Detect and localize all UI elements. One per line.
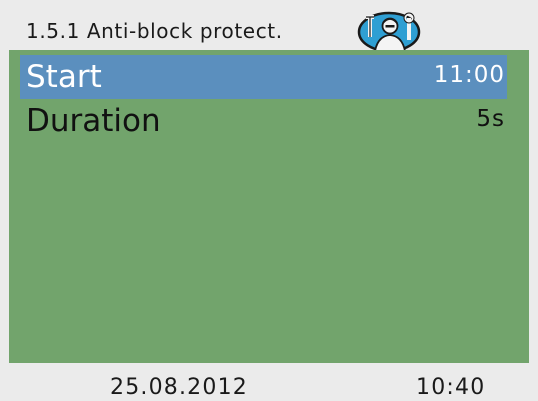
menu-list: Start 11:00 Duration 5s xyxy=(9,50,529,363)
menu-item-label: Start xyxy=(26,59,102,95)
menu-item-value: 11:00 xyxy=(433,62,505,88)
menu-item-duration[interactable]: Duration 5s xyxy=(20,99,507,143)
menu-item-label: Duration xyxy=(26,103,161,139)
menu-title: 1.5.1 Anti-block protect. xyxy=(26,19,283,43)
menu-item-start[interactable]: Start 11:00 xyxy=(20,55,507,99)
controller-screen: 1.5.1 Anti-block protect. Start 11:00 Du… xyxy=(0,0,538,401)
status-bar: 25.08.2012 10:40 xyxy=(0,363,538,401)
service-technician-icon xyxy=(356,10,422,53)
current-time: 10:40 xyxy=(416,375,486,400)
header-bar: 1.5.1 Anti-block protect. xyxy=(0,0,538,53)
menu-item-value: 5s xyxy=(476,106,505,132)
current-date: 25.08.2012 xyxy=(110,375,248,400)
